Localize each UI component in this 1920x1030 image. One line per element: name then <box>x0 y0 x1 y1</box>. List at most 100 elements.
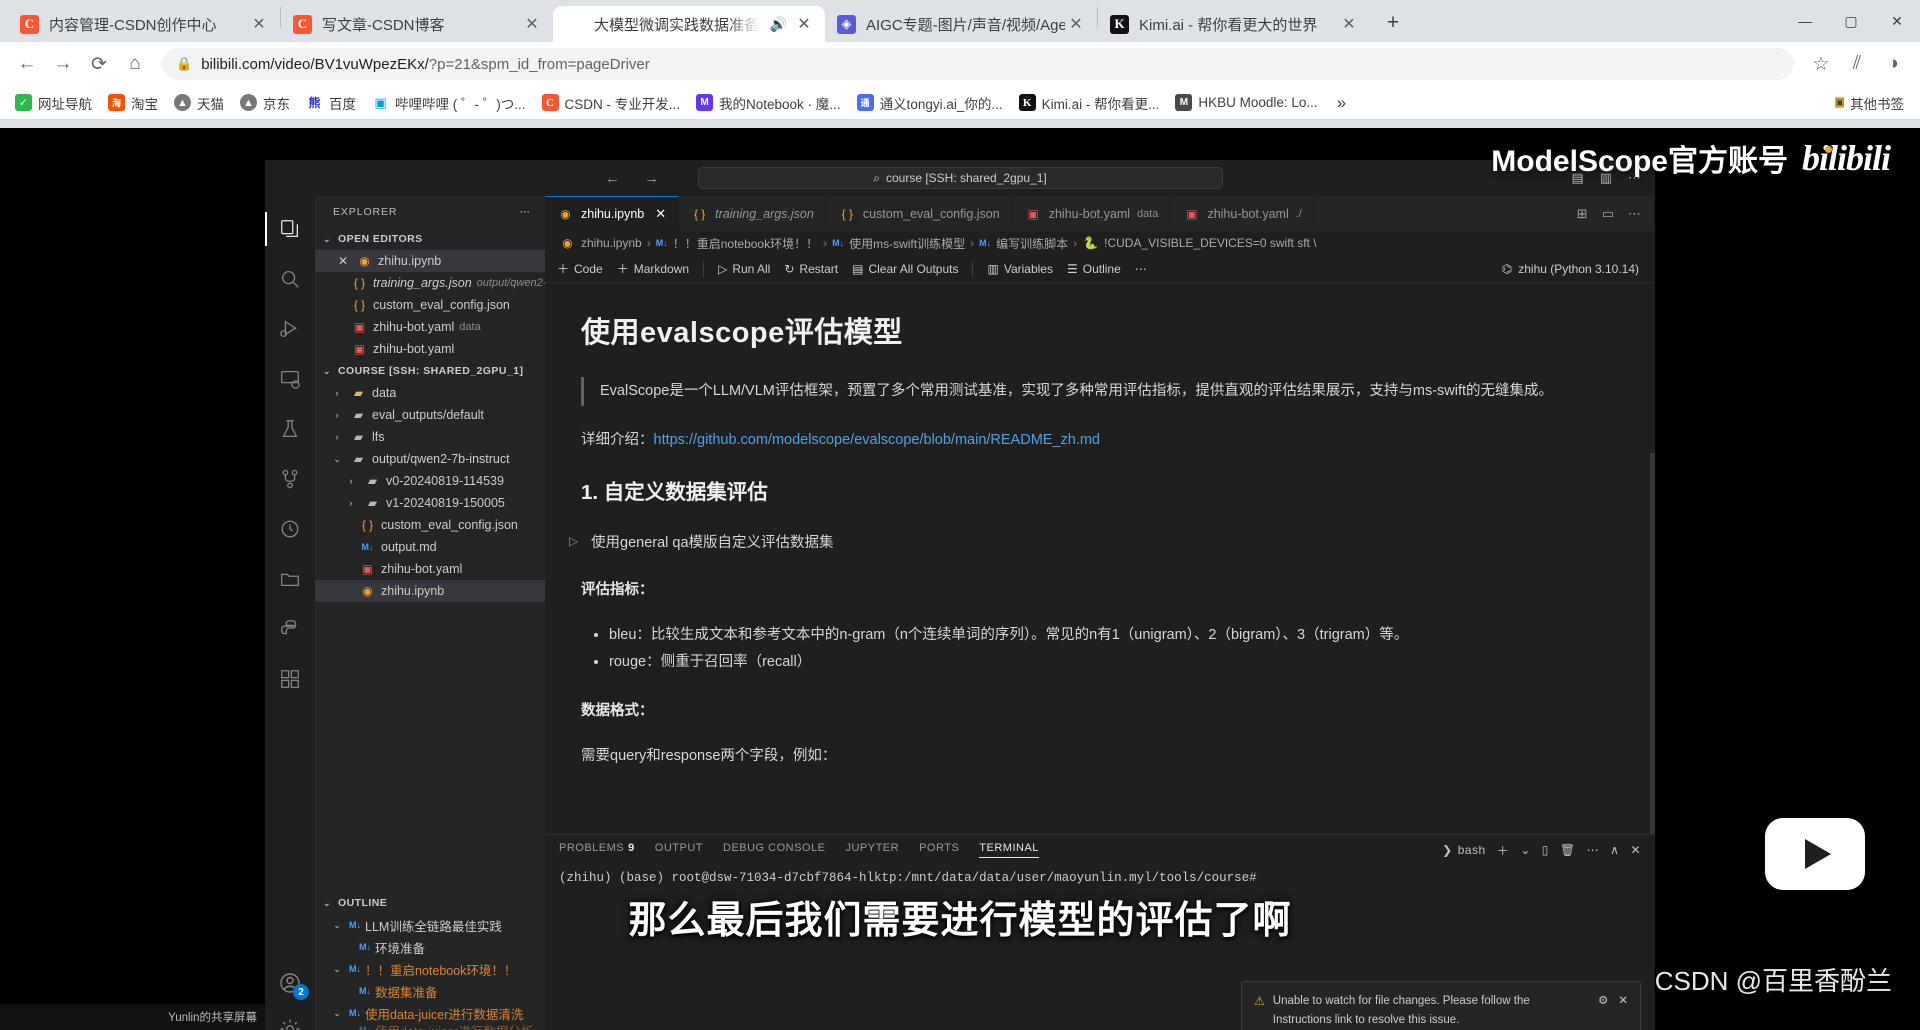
activity-folder-icon[interactable] <box>265 556 315 602</box>
tree-item-file-selected[interactable]: ◉ zhihu.ipynb <box>315 580 545 602</box>
tree-item-folder[interactable]: › ▰ v1-20240819-150005 <box>315 492 545 514</box>
editor-tab[interactable]: ▣ zhihu-bot.yaml data <box>1013 196 1172 231</box>
add-code-cell-button[interactable]: ＋ Code <box>557 260 603 277</box>
panel-tab-ports[interactable]: PORTS <box>919 842 959 858</box>
panel-tab-problems[interactable]: PROBLEMS 9 <box>559 842 635 858</box>
activity-accounts-icon[interactable]: 2 <box>265 960 315 1006</box>
open-editor-item[interactable]: ✕ ◉ zhihu.ipynb <box>315 250 545 272</box>
bookmark-item[interactable]: 熊百度 <box>299 89 363 117</box>
terminal-shell-label[interactable]: ❯ bash <box>1442 843 1486 857</box>
editor-layout-icon[interactable]: ▭ <box>1602 206 1614 222</box>
variables-button[interactable]: ▥ Variables <box>987 262 1052 276</box>
tab-close-icon[interactable]: ✕ <box>793 14 815 34</box>
bookmark-item[interactable]: K Kimi.ai - 帮你看更... <box>1012 89 1167 117</box>
tab-close-icon[interactable]: ✕ <box>248 14 270 34</box>
minimize-button[interactable]: — <box>1782 0 1828 42</box>
tree-item-file[interactable]: ▣ zhihu-bot.yaml <box>315 558 545 580</box>
editor-tab[interactable]: ▣ zhihu-bot.yaml ./ <box>1171 196 1315 231</box>
bookmark-item[interactable]: 通通义tongyi.ai_你的... <box>850 89 1010 117</box>
activity-run-debug-icon[interactable] <box>265 306 315 352</box>
titlebar-forward-icon[interactable]: → <box>644 170 659 187</box>
tab-close-icon[interactable]: ✕ <box>1338 14 1360 34</box>
bookmark-item[interactable]: C CSDN - 专业开发... <box>535 89 688 117</box>
tab-audio-icon[interactable]: 🔊 <box>770 16 787 33</box>
browser-tab[interactable]: C 内容管理-CSDN创作中心 ✕ <box>8 6 280 42</box>
panel-tab-debug-console[interactable]: DEBUG CONSOLE <box>723 842 825 858</box>
bookmark-star-icon[interactable]: ☆ <box>1804 47 1838 81</box>
browser-tab-active[interactable]: ▣ 大模型微调实践数据准备/清 🔊 ✕ <box>553 6 825 42</box>
video-player-area[interactable]: ← → ⌕ course [SSH: shared_2gpu_1] ▤ ▥ ⋯ <box>0 128 1920 1030</box>
new-tab-button[interactable]: + <box>1376 6 1410 40</box>
breadcrumb-item[interactable]: zhihu.ipynb <box>581 236 642 250</box>
breadcrumb-item[interactable]: 使用ms-swift训练模型 <box>849 235 965 252</box>
bookmark-item[interactable]: ▣ 哔哩哔哩 ( ゜- ゜)つ... <box>365 89 533 117</box>
open-editor-item[interactable]: ▣ zhihu-bot.yaml data <box>315 316 545 338</box>
maximize-panel-icon[interactable]: ∧ <box>1610 843 1619 857</box>
notebook-more-icon[interactable]: ⋯ <box>1135 262 1147 276</box>
split-terminal-icon[interactable]: ▯ <box>1542 843 1549 857</box>
tree-item-folder[interactable]: › ▰ v0-20240819-114539 <box>315 470 545 492</box>
evalscope-readme-link[interactable]: https://github.com/modelscope/evalscope/… <box>654 432 1101 448</box>
bookmark-item[interactable]: M HKBU Moodle: Lo... <box>1168 90 1324 115</box>
breadcrumb-item[interactable]: 编写训练脚本 <box>996 235 1068 252</box>
outline-item[interactable]: M↓ 数据集准备 <box>315 980 545 1002</box>
close-panel-icon[interactable]: ✕ <box>1630 843 1641 857</box>
activity-extensions-icon[interactable] <box>265 656 315 702</box>
tree-item-file[interactable]: M↓ output.md <box>315 536 545 558</box>
panel-tab-jupyter[interactable]: JUPYTER <box>845 842 899 858</box>
open-editor-item[interactable]: ▣ zhihu-bot.yaml <box>315 338 545 360</box>
tree-item-folder[interactable]: ⌄ ▰ output/qwen2-7b-instruct <box>315 448 545 470</box>
open-editor-item[interactable]: { } custom_eval_config.json <box>315 294 545 316</box>
play-overlay-button[interactable] <box>1765 818 1865 890</box>
address-bar[interactable]: 🔒 bilibili.com/video/BV1vuWpezEKx/?p=21&… <box>162 48 1794 80</box>
outline-button[interactable]: ☰ Outline <box>1067 262 1121 276</box>
browser-tab[interactable]: C 写文章-CSDN博客 ✕ <box>281 6 553 42</box>
activity-settings-gear-icon[interactable]: 1 <box>265 1006 315 1030</box>
editor-tab-close-icon[interactable]: ✕ <box>655 206 666 222</box>
notification-gear-icon[interactable]: ⚙ <box>1598 992 1608 1010</box>
panel-tab-terminal[interactable]: TERMINAL <box>979 842 1039 858</box>
breadcrumb-item[interactable]: ！！重启notebook环境！！ <box>673 235 818 252</box>
notebook-content[interactable]: 使用evalscope评估模型 EvalScope是一个LLM/VLM评估框架，… <box>545 283 1655 834</box>
titlebar-back-icon[interactable]: ← <box>605 170 620 187</box>
activity-remote-explorer-icon[interactable] <box>265 356 315 402</box>
panel-tab-output[interactable]: OUTPUT <box>655 842 703 858</box>
browser-tab[interactable]: K Kimi.ai - 帮你看更大的世界 ✕ <box>1098 6 1370 42</box>
close-editor-icon[interactable]: ✕ <box>335 254 351 268</box>
tree-item-folder[interactable]: › ▰ lfs <box>315 426 545 448</box>
tree-item-folder[interactable]: › ▰ data <box>315 382 545 404</box>
command-center-input[interactable]: ⌕ course [SSH: shared_2gpu_1] <box>697 167 1223 189</box>
outline-item[interactable]: M↓ 使用data-juicer进行数据分析 <box>315 1024 545 1030</box>
close-window-button[interactable]: ✕ <box>1874 0 1920 42</box>
editor-tab[interactable]: ◉ zhihu.ipynb ✕ <box>545 196 680 231</box>
run-all-button[interactable]: ▷ Run All <box>718 262 770 276</box>
kill-terminal-icon[interactable]: 🗑 <box>1560 843 1576 857</box>
activity-testing-icon[interactable] <box>265 406 315 452</box>
tab-close-icon[interactable]: ✕ <box>521 14 543 34</box>
outline-item[interactable]: ⌄ M↓ 使用data-juicer进行数据清洗 <box>315 1002 545 1024</box>
cell-run-icon[interactable]: ▷ <box>569 531 583 548</box>
workspace-folder-header[interactable]: ⌄ COURSE [SSH: SHARED_2GPU_1] <box>315 360 545 382</box>
open-editors-header[interactable]: ⌄ OPEN EDITORS <box>315 228 545 250</box>
editor-more-icon[interactable]: ⋯ <box>1628 206 1641 222</box>
bookmark-item[interactable]: ▲ 京东 <box>233 89 297 117</box>
panel-more-icon[interactable]: ⋯ <box>1587 843 1600 857</box>
open-editor-item[interactable]: { } training_args.json output/qwen2-7b-i… <box>315 272 545 294</box>
add-markdown-cell-button[interactable]: ＋ Markdown <box>617 260 689 277</box>
chevron-down-icon[interactable]: ⌄ <box>1520 843 1531 857</box>
other-bookmarks-button[interactable]: ▣ 其他书签 <box>1827 89 1912 117</box>
split-editor-icon[interactable]: ⊞ <box>1577 206 1588 222</box>
profile-avatar[interactable]: ◑ <box>1876 47 1910 81</box>
bookmarks-overflow-icon[interactable]: » <box>1331 91 1352 115</box>
notification-close-icon[interactable]: ✕ <box>1618 992 1628 1010</box>
activity-explorer-icon[interactable] <box>265 206 315 252</box>
activity-python-icon[interactable] <box>265 606 315 652</box>
new-terminal-icon[interactable]: ＋ <box>1497 842 1510 859</box>
outline-item[interactable]: ⌄ M↓ ！！重启notebook环境！！ <box>315 958 545 980</box>
tab-close-icon[interactable]: ✕ <box>1065 14 1087 34</box>
restart-kernel-button[interactable]: ↻ Restart <box>784 262 838 276</box>
bookmark-item[interactable]: ✓ 网址导航 <box>8 89 99 117</box>
back-icon[interactable]: ← <box>10 47 44 81</box>
activity-timeline-icon[interactable] <box>265 506 315 552</box>
activity-search-icon[interactable] <box>265 256 315 302</box>
